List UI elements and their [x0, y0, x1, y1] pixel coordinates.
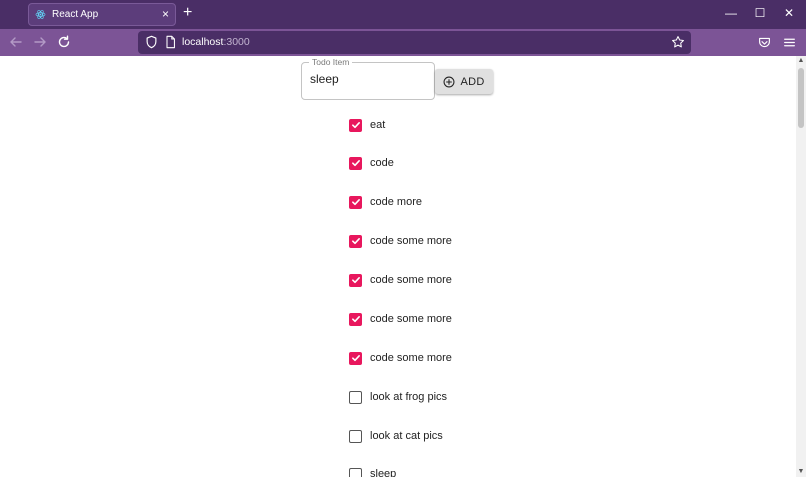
todo-list-item[interactable]: code some more [349, 350, 452, 366]
todo-checkbox[interactable] [349, 234, 362, 248]
scroll-up-icon[interactable]: ▲ [796, 56, 806, 66]
page-icon[interactable] [165, 35, 176, 49]
back-arrow-icon[interactable] [8, 34, 24, 50]
todo-list-item[interactable]: look at frog pics [349, 389, 447, 405]
todo-text: code some more [370, 352, 452, 364]
checkmark-icon [351, 122, 360, 129]
todo-list-item[interactable]: code some more [349, 233, 452, 249]
todo-checkbox[interactable] [349, 390, 362, 404]
url-host: localhost [182, 36, 224, 48]
browser-navbar: localhost:3000 [0, 29, 806, 56]
todo-list-item[interactable]: look at cat pics [349, 428, 443, 444]
shield-icon[interactable] [145, 35, 158, 49]
todo-list-item[interactable]: code [349, 155, 394, 171]
add-circle-icon [443, 76, 455, 87]
todo-list-item[interactable]: eat [349, 117, 385, 133]
todo-checkbox[interactable] [349, 312, 362, 326]
todo-checkbox[interactable] [349, 429, 362, 443]
browser-titlebar: React App × + — ☐ ✕ [0, 0, 806, 29]
todo-checkbox[interactable] [349, 195, 362, 209]
todo-checkbox[interactable] [349, 118, 362, 132]
url-text: localhost:3000 [182, 36, 250, 48]
todo-checkbox[interactable] [349, 351, 362, 365]
add-button[interactable]: ADD [435, 69, 493, 94]
menu-icon[interactable] [783, 36, 796, 49]
new-tab-icon[interactable]: + [183, 4, 192, 22]
todo-text: sleep [370, 468, 397, 477]
todo-text: code some more [370, 274, 452, 286]
scroll-thumb[interactable] [798, 68, 804, 128]
forward-arrow-icon[interactable] [32, 34, 48, 50]
checkmark-icon [351, 316, 360, 323]
todo-checkbox[interactable] [349, 467, 362, 477]
star-icon[interactable] [671, 35, 685, 49]
todo-item-field[interactable]: Todo Item [301, 57, 435, 100]
todo-text: look at frog pics [370, 391, 448, 403]
close-window-icon[interactable]: ✕ [782, 5, 796, 21]
todo-text: code [370, 157, 394, 169]
checkmark-icon [351, 277, 360, 284]
scroll-down-icon[interactable]: ▼ [796, 467, 806, 477]
todo-list-item[interactable]: sleep [349, 466, 396, 477]
react-icon [35, 10, 46, 19]
minimize-icon[interactable]: — [724, 5, 738, 21]
todo-item-label: Todo Item [309, 57, 353, 67]
tab-title: React App [52, 9, 99, 20]
todo-list-item[interactable]: code some more [349, 311, 452, 327]
todo-checkbox[interactable] [349, 273, 362, 287]
browser-tab[interactable]: React App × [28, 3, 176, 26]
add-button-label: ADD [460, 75, 485, 88]
todo-list-item[interactable]: code some more [349, 272, 452, 288]
todo-text: code more [370, 196, 422, 208]
todo-text: code some more [370, 313, 452, 325]
reload-icon[interactable] [56, 34, 72, 50]
checkmark-icon [351, 199, 360, 206]
url-port: :3000 [223, 36, 250, 48]
tab-close-icon[interactable]: × [162, 7, 169, 22]
checkmark-icon [351, 160, 360, 167]
pocket-icon[interactable] [758, 36, 771, 49]
todo-list-item[interactable]: code more [349, 194, 422, 210]
todo-text: code some more [370, 235, 452, 247]
todo-checkbox[interactable] [349, 156, 362, 170]
todo-text: look at cat pics [370, 430, 443, 442]
url-bar[interactable]: localhost:3000 [138, 31, 691, 54]
todo-item-input[interactable] [310, 72, 428, 86]
page-scrollbar[interactable]: ▲ ▼ [796, 56, 806, 477]
maximize-icon[interactable]: ☐ [753, 5, 767, 21]
todo-text: eat [370, 119, 386, 131]
checkmark-icon [351, 355, 360, 362]
checkmark-icon [351, 238, 360, 245]
